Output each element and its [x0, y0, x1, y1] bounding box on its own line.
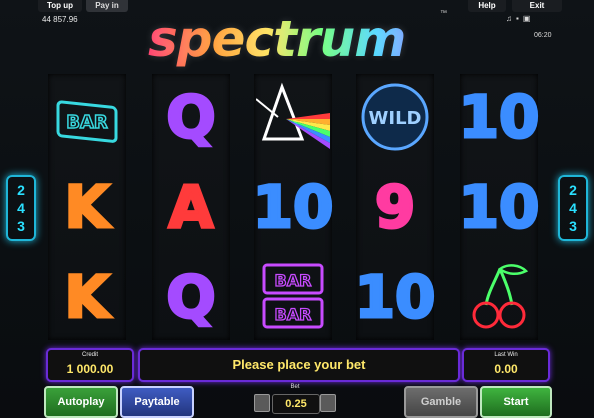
- reel-5: 10 10: [457, 74, 541, 340]
- clock: 06:20: [534, 32, 552, 39]
- account-balance: 44 857.96: [42, 15, 78, 24]
- symbol-10-text: 10: [251, 173, 335, 241]
- top-up-button[interactable]: Top up: [38, 0, 82, 12]
- start-button[interactable]: Start: [480, 386, 552, 418]
- ways-digit: 3: [569, 218, 577, 234]
- symbol-10-text: 10: [457, 173, 541, 241]
- symbol-10: 10: [457, 164, 541, 250]
- fullscreen-icon[interactable]: ▣: [523, 14, 535, 23]
- status-message: Please place your bet: [232, 357, 366, 372]
- symbol-bar-text: BAR: [66, 112, 108, 133]
- cherry-icon: [472, 264, 529, 329]
- reel-area: BAR K K Q A Q 10 BAR BAR WILD 9 10 10 10: [42, 74, 552, 340]
- svg-text:BAR: BAR: [275, 271, 312, 290]
- game-logo: spectrum: [148, 8, 448, 70]
- symbol-q: Q: [152, 74, 230, 160]
- credit-label: Credit: [81, 352, 98, 358]
- prism-icon: [256, 82, 330, 149]
- bet-control: Bet 0.25: [254, 384, 336, 414]
- symbol-q-text: Q: [165, 263, 217, 331]
- bet-decrease-button[interactable]: [254, 394, 270, 412]
- trademark-mark: ™: [440, 10, 447, 17]
- symbol-k: K: [48, 254, 126, 340]
- last-win-label: Last Win: [494, 352, 518, 358]
- paytable-button[interactable]: Paytable: [120, 386, 194, 418]
- symbol-a: A: [152, 164, 230, 250]
- symbol-wild: WILD: [356, 74, 434, 160]
- symbol-q-text: Q: [165, 83, 217, 151]
- ways-digit: 2: [17, 182, 25, 198]
- symbol-a-text: A: [167, 173, 215, 241]
- symbol-wild-text: WILD: [369, 108, 422, 129]
- symbol-bar-bar: BAR BAR: [254, 254, 332, 340]
- symbol-prism: [254, 74, 332, 160]
- autoplay-button[interactable]: Autoplay: [44, 386, 118, 418]
- ways-243-right: 2 4 3: [558, 175, 588, 241]
- symbol-10: 10: [251, 164, 335, 250]
- symbol-k-text: K: [63, 173, 111, 241]
- pay-in-button[interactable]: Pay in: [86, 0, 128, 12]
- symbol-10-text: 10: [353, 263, 437, 331]
- svg-text:BAR: BAR: [275, 305, 312, 324]
- symbol-k-text: K: [63, 263, 111, 331]
- reel-3: 10 BAR BAR: [251, 74, 335, 340]
- exit-button[interactable]: Exit: [512, 0, 562, 12]
- ways-digit: 2: [569, 182, 577, 198]
- symbol-10: 10: [457, 74, 541, 160]
- ways-digit: 4: [569, 200, 577, 216]
- symbol-q: Q: [152, 254, 230, 340]
- system-icons: ♫▪▣: [506, 14, 534, 23]
- gamble-button[interactable]: Gamble: [404, 386, 478, 418]
- reel-2: Q A Q: [152, 74, 230, 340]
- help-button[interactable]: Help: [468, 0, 506, 12]
- speaker-icon[interactable]: ▪: [516, 14, 523, 23]
- bet-increase-button[interactable]: [320, 394, 336, 412]
- ways-243-left: 2 4 3: [6, 175, 36, 241]
- symbol-9-text: 9: [373, 173, 416, 241]
- credit-value: 1 000.00: [66, 362, 114, 376]
- reel-1: BAR K K: [48, 74, 126, 340]
- bet-value: 0.25: [272, 394, 320, 414]
- last-win-display: Last Win 0.00: [462, 348, 550, 382]
- reel-4: WILD 9 10: [353, 74, 437, 340]
- symbol-cherry: [460, 254, 538, 340]
- music-note-icon[interactable]: ♫: [506, 14, 516, 23]
- credit-display: Credit 1 000.00: [46, 348, 134, 382]
- last-win-value: 0.00: [494, 362, 518, 376]
- symbol-10-text: 10: [457, 83, 541, 151]
- symbol-k: K: [48, 164, 126, 250]
- symbol-9: 9: [356, 164, 434, 250]
- symbol-bar: BAR: [48, 74, 126, 160]
- ways-digit: 3: [17, 218, 25, 234]
- message-display: Please place your bet: [138, 348, 460, 382]
- ways-digit: 4: [17, 200, 25, 216]
- symbol-10: 10: [353, 254, 437, 340]
- bet-label: Bet: [290, 384, 300, 390]
